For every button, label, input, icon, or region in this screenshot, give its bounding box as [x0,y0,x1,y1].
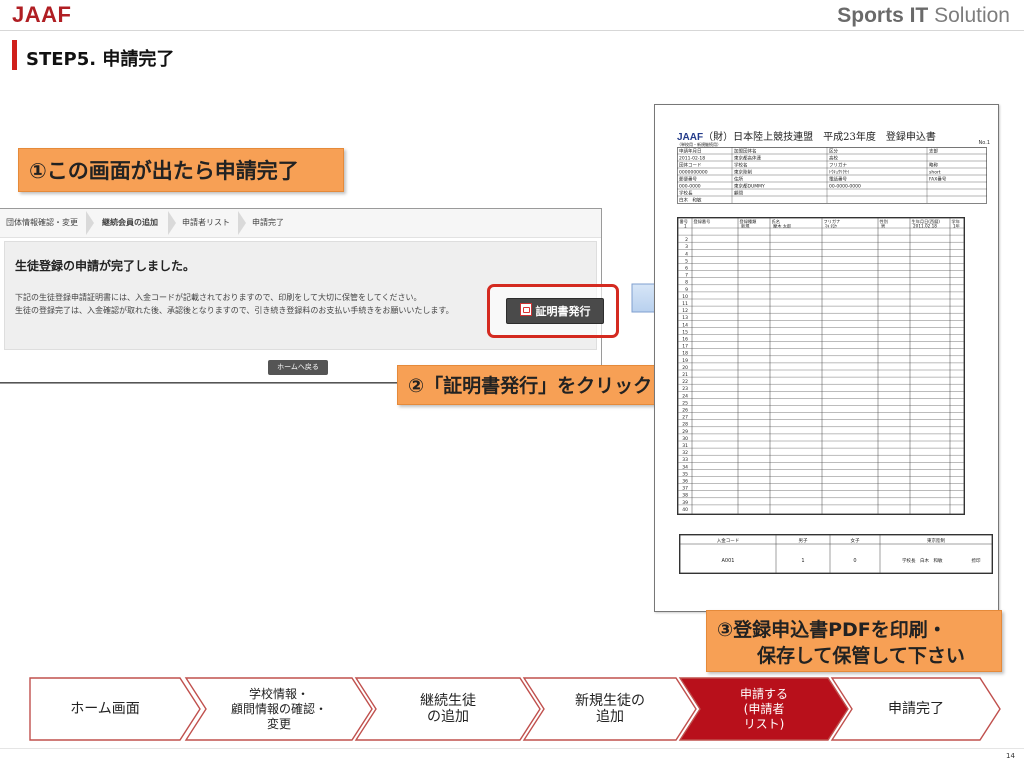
doc-header-cell: 00-0000-0000 [829,184,861,190]
doc-header-grid: 申請年月日 加盟団体名 区分 支部 2011-02-18 東京都高体連 高校団体コード 学校名… [677,147,987,204]
doc-table-row-number: 40 [682,507,688,513]
footer-divider [0,748,1024,749]
doc-table-first-row-cell: 男 [881,224,885,230]
flow-step-line: ホーム画面 [70,701,140,717]
breadcrumb-item-applicant-list[interactable]: 申請者リスト [182,209,230,237]
screen-bottom-divider [0,382,400,383]
flow-step-line: 顧問情報の確認・ [230,701,327,716]
doc-header-cell: フリガナ [829,162,847,169]
flow-step-line: 申請する [739,686,788,701]
doc-header-cell: 高校 [829,155,838,162]
doc-header-cell: 東京陸制 [734,169,752,176]
title-accent-bar [12,40,17,70]
pdf-icon [519,303,532,316]
doc-table-border [678,218,964,514]
doc-header-cell: FAX番号 [929,176,947,183]
issue-certificate-label: 証明書発行 [535,305,591,318]
jaaf-logo: JAAF [12,2,72,27]
doc-summary-header: 入金コード [717,537,740,544]
callout-3-line-2: 保存して保管して下さい [757,645,965,667]
flow-step-line: 新規生徒の [575,693,645,709]
doc-summary-header: 東京陸制 [927,537,945,544]
flow-step-label: ホーム画面 [30,701,180,717]
flow-step-line: 継続生徒 [420,693,476,709]
doc-header-cell: 区分 [829,148,838,155]
breadcrumb-item-complete: 申請完了 [252,218,284,227]
flow-step-line: (申請者 [743,701,785,716]
breadcrumb-chevron-icon [238,211,246,235]
flow-step-line: の追加 [427,709,469,725]
doc-header-cell: 2011-02-18 [679,156,705,162]
flow-step-line: 学校情報・ [248,686,309,701]
doc-header-cell: short [929,170,941,176]
callout-step-3: ③登録申込書PDFを印刷・ 保存して保管して下さい [706,610,1002,672]
flow-step-line: 変更 [266,716,291,731]
brand-light: Solution [928,4,1010,27]
header-divider [0,30,1024,31]
doc-table-first-row-cell: 2011.02.18 [913,224,937,229]
doc-header-cell: 住所 [734,176,743,183]
doc-header-cell: 学校長 [679,190,693,197]
doc-header-cell: 略称 [929,162,938,169]
doc-summary-header: 女子 [851,537,860,544]
doc-summary-value: 捺印 [972,557,981,564]
callout-step-2: ②「証明書発行」をクリック [397,365,679,405]
slide-title: STEP5. 申請完了 [26,49,175,70]
flow-step-line: リスト) [743,716,785,731]
doc-title: JAAF（財）日本陸上競技連盟 平成23年度 登録申込書 [677,128,936,143]
doc-table-first-row-cell: 1 [684,224,687,229]
doc-header-cell: 000-0000 [679,184,701,190]
doc-registration-table: 番号 登録番号 登録種類 氏名 フリガナ 性別 生年月日(西暦) 学年1 新規 摩木 太郎 ﾏｷ ﾀ… [677,217,965,515]
doc-summary-value: 1 [801,558,804,564]
doc-header-cell: ﾄｳｷｮｳﾘｸｾｲ [829,170,849,176]
callout-step-1: ①この画面が出たら申請完了 [18,148,344,192]
doc-header-cell: 支部 [929,148,938,155]
breadcrumb: 団体情報確認・変更 継続会員の追加 申請者リスト 申請完了 [0,209,601,238]
doc-header-cell: 東京都DUMMY [734,183,765,190]
flow-step-line: 追加 [596,709,624,725]
flow-step-label: 学校情報・ 顧問情報の確認・ 変更 [206,687,352,732]
doc-summary-value: A001 [722,558,735,564]
doc-header-cell: 東京都高体連 [734,155,761,162]
doc-header-cell: 加盟団体名 [734,148,757,155]
breadcrumb-chevron-icon [86,211,94,235]
page-number: 14 [1006,752,1015,760]
doc-header-cell: 申請年月日 [679,148,702,155]
doc-header-cell: 顧問 [734,190,743,197]
doc-header-cell: 郵便番号 [679,176,697,183]
doc-summary-value: 0 [853,558,856,564]
flow-step-label: 継続生徒 の追加 [376,693,520,725]
info-text-line-1: 下記の生徒登録申請証明書には、入金コードが記載されておりますので、印刷をして大切… [15,293,422,302]
breadcrumb-item-group-info[interactable]: 団体情報確認・変更 [6,209,78,237]
doc-table-first-row-cell: 摩木 太郎 [773,223,791,230]
doc-title-text: （財）日本陸上競技連盟 平成23年度 登録申込書 [703,132,936,143]
doc-header-cell: 電話番号 [829,176,847,183]
doc-summary-table: 入金コード 男子 女子 東京陸制 A001 1 0 学校長 白木 和敏 捺印 [679,534,993,574]
info-text-line-2: 生徒の登録完了は、入金確認が取れた後、承認後となりますので、引き続き登録料のお支… [15,306,454,315]
doc-summary-header: 男子 [799,537,808,544]
completion-heading: 生徒登録の申請が完了しました。 [15,259,196,273]
doc-table-first-row-cell: ﾏｷ ﾀﾛｳ [825,224,837,230]
breadcrumb-item-continue[interactable]: 継続会員の追加 [102,209,158,237]
doc-header-cell: 学校名 [734,162,748,169]
doc-header-cell: 0000000000 [679,170,708,176]
doc-header-cell: 団体コード [679,162,702,169]
breadcrumb-chevron-icon [168,211,176,235]
doc-summary-value: 学校長 白木 和敏 [902,557,943,564]
back-to-home-button[interactable]: ホームへ戻る [268,360,328,375]
flow-step-label: 申請する (申請者 リスト) [700,687,828,732]
doc-table-first-row-cell: 1年 [953,223,960,230]
brand-name: Sports IT Solution [837,4,1010,28]
doc-header-cell: 白木 和敏 [679,197,702,204]
flow-step-label: 申請完了 [852,701,980,717]
doc-table-first-row-cell: 新規 [741,223,750,230]
callout-3-line-1: ③登録申込書PDFを印刷・ [717,619,947,641]
flow-step-label: 新規生徒の 追加 [544,693,676,725]
flow-step-line: 申請完了 [888,701,944,717]
doc-page-no: No.1 [978,140,990,146]
issue-certificate-button[interactable]: 証明書発行 [506,298,604,324]
doc-table-header: 登録番号 [694,218,711,225]
brand-bold: Sports IT [837,4,929,27]
registration-form-preview: JAAF（財）日本陸上競技連盟 平成23年度 登録申込書 No.1 （単校用・新… [654,104,999,612]
